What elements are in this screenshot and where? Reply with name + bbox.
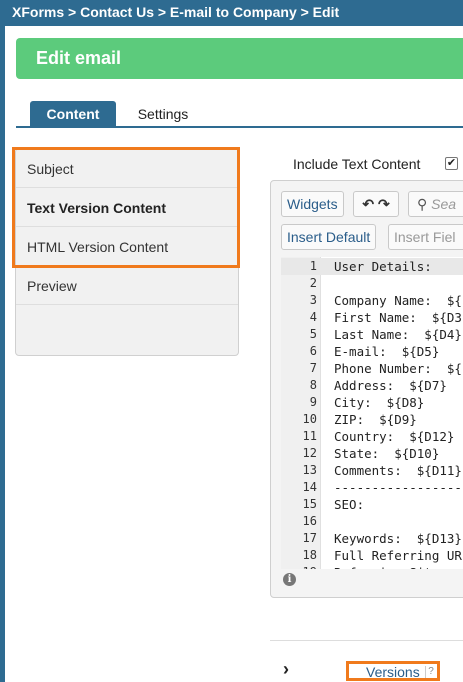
code-line: Last Name: ${D4}: [334, 327, 462, 342]
page-title-banner: Edit email: [16, 38, 463, 79]
line-number: 11: [302, 429, 317, 443]
tab-content[interactable]: Content: [30, 101, 116, 127]
line-number: 12: [302, 446, 317, 460]
line-number: 4: [309, 310, 317, 324]
side-item-label: Preview: [27, 278, 77, 294]
code-line: Full Referring UR: [334, 548, 462, 563]
code-line: Address: ${D7}: [334, 378, 447, 393]
code-line: User Details:: [334, 259, 432, 274]
code-line: Country: ${D12}: [334, 429, 455, 444]
line-number: 15: [302, 497, 317, 511]
code-line: Referring Site:: [334, 565, 447, 569]
code-line: Company Name: ${: [334, 293, 462, 308]
include-text-content-checkbox[interactable]: ✔: [445, 157, 458, 170]
code-line: --------------------: [334, 480, 463, 495]
code-line: State: ${D10}: [334, 446, 440, 461]
code-line: City: ${D8}: [334, 395, 425, 410]
info-icon[interactable]: i: [283, 573, 296, 586]
tab-settings[interactable]: Settings: [128, 101, 198, 127]
chevron-right-icon[interactable]: ›: [283, 659, 289, 680]
highlight-box-menu: [12, 147, 240, 268]
search-placeholder: Sea: [431, 196, 457, 212]
line-number: 7: [309, 361, 317, 375]
redo-icon[interactable]: ↷: [378, 196, 390, 212]
bottom-divider: [270, 640, 463, 641]
help-icon[interactable]: ?: [425, 666, 436, 678]
breadcrumb-bar: XForms > Contact Us > E-mail to Company …: [0, 0, 463, 26]
tabs-underline: [16, 126, 463, 128]
line-number: 17: [302, 531, 317, 545]
insert-field-dropdown[interactable]: Insert Fiel: [388, 224, 463, 250]
left-accent-stripe: [0, 26, 5, 682]
code-line: SEO:: [334, 497, 365, 512]
editor-status-bar: i: [281, 571, 463, 589]
versions-label: Versions: [366, 664, 420, 680]
code-line: ZIP: ${D9}: [334, 412, 417, 427]
line-number: 5: [309, 327, 317, 341]
code-text-area[interactable]: 1 User Details: 2 3 Company Name: ${ 4 First N…: [281, 257, 463, 569]
widgets-button[interactable]: Widgets: [281, 191, 344, 217]
versions-button[interactable]: Versions ?: [346, 661, 440, 681]
page-title: Edit email: [36, 48, 122, 68]
line-number: 9: [309, 395, 317, 409]
search-input[interactable]: ⚲ Sea: [408, 191, 463, 217]
undo-redo-group: ↶ ↷: [353, 191, 399, 217]
undo-icon[interactable]: ↶: [362, 196, 374, 212]
code-line: Phone Number: ${: [334, 361, 462, 376]
line-number: 6: [309, 344, 317, 358]
include-text-content-label: Include Text Content: [293, 156, 421, 172]
line-number: 14: [302, 480, 317, 494]
line-number: 10: [302, 412, 317, 426]
line-number: 2: [309, 276, 317, 290]
code-line: Comments: ${D11}: [334, 463, 462, 478]
side-item-preview[interactable]: Preview: [16, 266, 238, 305]
line-number: 3: [309, 293, 317, 307]
line-number: 18: [302, 548, 317, 562]
line-number: 13: [302, 463, 317, 477]
code-editor: Widgets ↶ ↷ ⚲ Sea Insert Default Insert …: [270, 180, 463, 598]
search-icon: ⚲: [417, 196, 428, 212]
line-number: 16: [302, 514, 317, 528]
breadcrumb[interactable]: XForms > Contact Us > E-mail to Company …: [12, 4, 339, 20]
code-line: First Name: ${D3: [334, 310, 462, 325]
line-number: 8: [309, 378, 317, 392]
line-number: 1: [309, 259, 317, 273]
line-number: 19: [281, 565, 317, 569]
code-line: Keywords: ${D13}: [334, 531, 462, 546]
insert-default-button[interactable]: Insert Default: [281, 224, 377, 250]
code-line: E-mail: ${D5}: [334, 344, 440, 359]
